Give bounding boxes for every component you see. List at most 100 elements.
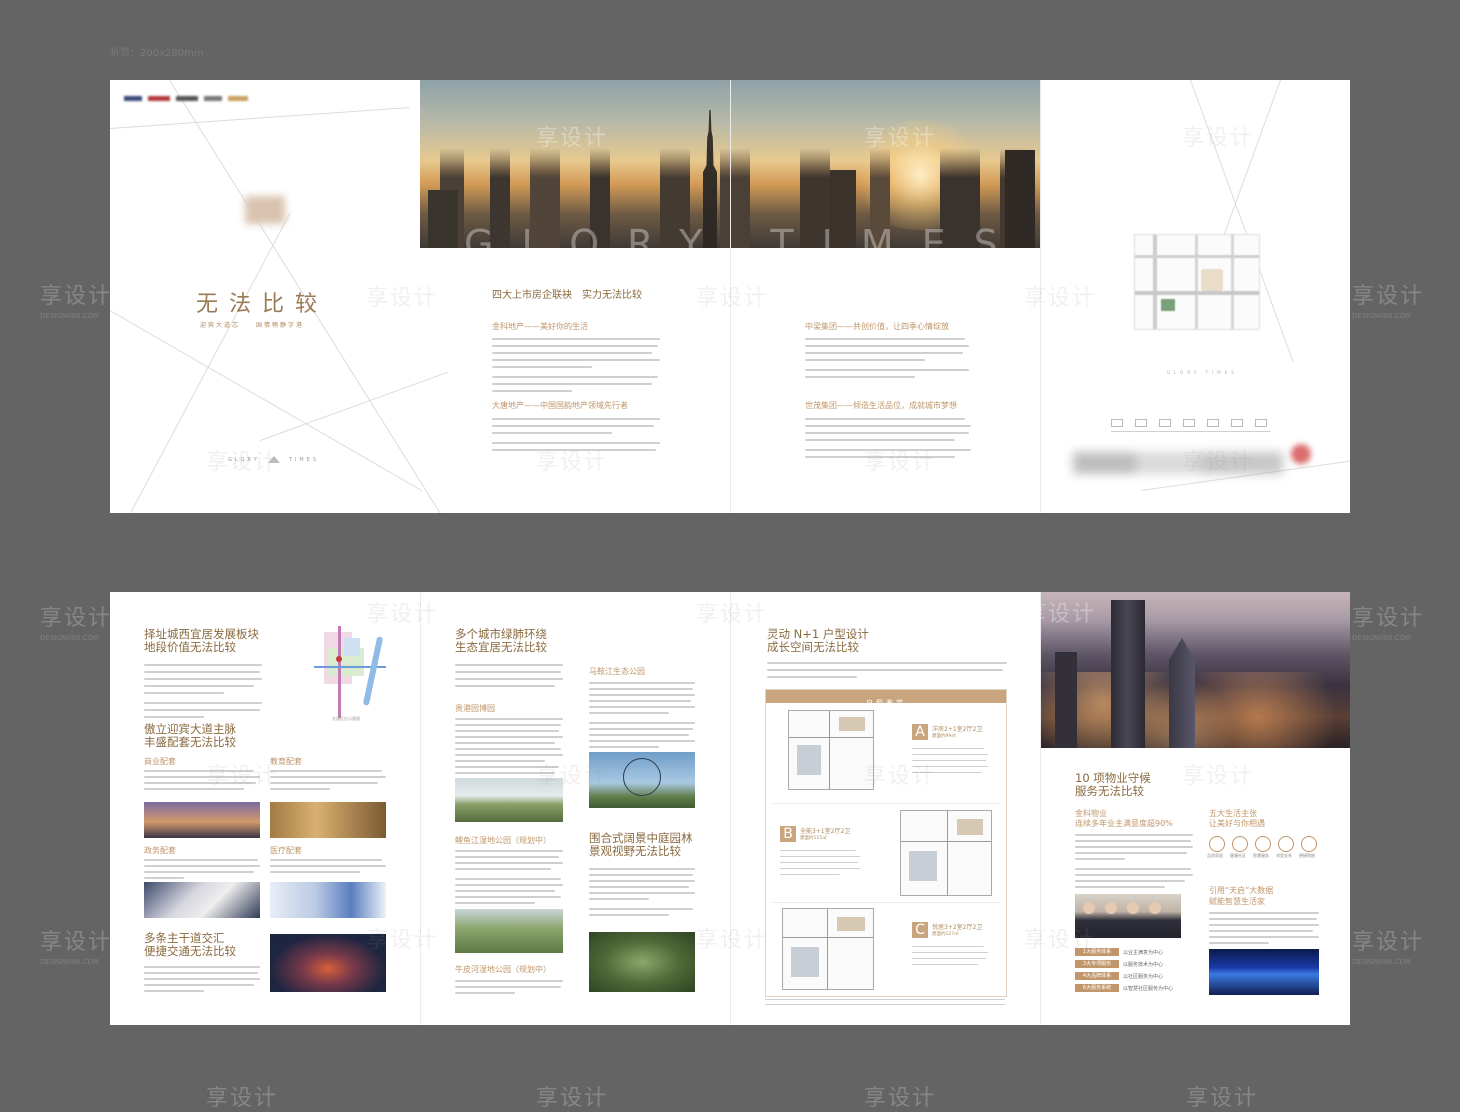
watermark: 享设计: [1182, 126, 1255, 151]
watermark: 享设计: [1024, 286, 1097, 311]
watermark: 享设计: [1182, 764, 1255, 789]
watermark: 享设计: [206, 1086, 279, 1111]
panel-heading: 10 项物业守候 服务无法比较: [1075, 772, 1151, 798]
watermark: 享设计: [1352, 930, 1425, 955]
medical-photo: [270, 882, 386, 918]
watermark: 享设计: [536, 764, 609, 789]
heading-line: 地段价值无法比较: [144, 640, 236, 654]
cover-subline: 迎宾大道芯 国情畅静字港: [200, 322, 305, 329]
park-heading: 鲤鱼江湿地公园（规划中）: [455, 836, 551, 845]
wetland-photo-1: [455, 909, 563, 953]
blurred-logo: [245, 196, 285, 224]
ferris-wheel-icon: [623, 758, 661, 796]
panel-heading: 围合式阔景中庭园林 景观视野无法比较: [589, 832, 693, 858]
floorplan-box: 户型鉴赏 A 洋房2+1室2厅2卫 建面约99㎡ B 全能3+1室2厅2卫 建面…: [765, 689, 1007, 997]
heading-line: 丰盛配套无法比较: [144, 735, 236, 749]
watermark: 享设计: [696, 286, 769, 311]
plan-area-c: 建面约127㎡: [932, 932, 959, 937]
service-pill-text: 以智慧社区服务为中心: [1123, 986, 1174, 992]
panel-heading: 多个城市绿肺环绕 生态宜居无法比较: [455, 628, 547, 654]
watermark: 享设计: [696, 602, 769, 627]
developer-heading: 大唐地产——中国国韵地产领域先行者: [492, 401, 628, 410]
logo-word-right: TIMES: [288, 457, 320, 463]
watermark: 享设计: [696, 928, 769, 953]
lifestyle-icon-label: 品质家居: [1207, 853, 1223, 858]
watermark: 享设计: [206, 764, 279, 789]
watermark: 享设计: [206, 450, 279, 475]
service-pill: 3大专项服务: [1075, 960, 1119, 968]
lifestyle-icon-label: 健康社区: [1230, 853, 1246, 858]
developer-heading: 金科地产——美好你的生活: [492, 322, 588, 331]
heading-line: 服务无法比较: [1075, 784, 1144, 798]
middle-title: 四大上市房企联袂 实力无法比较: [492, 290, 642, 301]
heading-line: 便捷交通无法比较: [144, 944, 236, 958]
developer-heading: 中梁集团——共创价值，让四季心情绽放: [805, 322, 949, 331]
education-photo: [270, 802, 386, 838]
top-sheet: 无 法 比 较 迎宾大道芯 国情畅静字港 GLORY TIMES GLORY T…: [110, 80, 1350, 513]
tower-main: [1111, 600, 1145, 748]
map-caption: 交通区位示意图: [332, 716, 360, 721]
sub-heading: 医疗配套: [270, 846, 302, 855]
park-heading: 贵港园博园: [455, 704, 495, 713]
panel-heading: 灵动 N+1 户型设计 成长空间无法比较: [767, 628, 869, 654]
watermark-sub: DESIGN006.COM: [1352, 958, 1412, 966]
watermark-sub: DESIGN006.COM: [40, 312, 100, 320]
control-center-photo: [1209, 949, 1319, 995]
watermark-sub: DESIGN006.COM: [1352, 634, 1412, 642]
service-pill-text: 以服务技术为中心: [1123, 962, 1164, 968]
band-label: 户型鉴赏: [866, 699, 906, 707]
heading-line: 成长空间无法比较: [767, 640, 859, 654]
sub-heading: 政务配套: [144, 846, 176, 855]
health-icon: [1232, 836, 1248, 852]
lifestyle-icon-label: 便捷购物: [1299, 853, 1315, 858]
watermark: 享设计: [40, 284, 113, 309]
watermark: 享设计: [1024, 928, 1097, 953]
lifestyle-icon-label: 智慧服务: [1253, 853, 1269, 858]
ecology-panel: 多个城市绿肺环绕 生态宜居无法比较 贵港园博园 马鞍江生态公园 鲤鱼江湿地公园（…: [420, 592, 731, 1025]
developer-heading: 世茂集团——倾造生活品位，成就城市梦想: [805, 401, 957, 410]
plan-title-a: 洋房2+1室2厅2卫: [932, 726, 983, 733]
service-pill-text: 以业主满意为中心: [1123, 950, 1164, 956]
big-data-heading-2: 赋能智慧生活家: [1209, 897, 1265, 906]
panel-heading: 傲立迎宾大道主脉 丰盛配套无法比较: [144, 723, 236, 749]
watermark: 享设计: [1352, 284, 1425, 309]
heading-line: 景观视野无法比较: [589, 844, 681, 858]
plan-title-c: 悦居3+2室2厅2卫: [932, 924, 983, 931]
courtyard-garden-photo: [589, 932, 695, 992]
commercial-photo: [144, 802, 260, 838]
watermark: 享设计: [40, 930, 113, 955]
lifestyle-icon-label: 邻里关系: [1276, 853, 1292, 858]
brand-strip: [124, 94, 248, 102]
panel-heading: 多条主干道交汇 便捷交通无法比较: [144, 932, 236, 958]
smart-icon: [1255, 836, 1271, 852]
heading-line: 生态宜居无法比较: [455, 640, 547, 654]
area-map: [314, 626, 386, 718]
watermark-sub: DESIGN006.COM: [1352, 312, 1412, 320]
bottom-sheet: 择址城西宜居发展板块 地段价值无法比较 交通区位示意图 傲立迎宾大道主脉 丰盛配…: [110, 592, 1350, 1025]
watermark: 享设计: [40, 606, 113, 631]
watermark: 享设计: [536, 1086, 609, 1111]
blurred-flower: [1291, 444, 1311, 464]
watermark: 享设计: [1182, 450, 1255, 475]
tower-secondary: [1169, 638, 1195, 748]
location-map: [1134, 234, 1260, 330]
floorplan-a: [788, 710, 874, 790]
watermark: 享设计: [864, 126, 937, 151]
floorplan-panel: 灵动 N+1 户型设计 成长空间无法比较 户型鉴赏 A 洋房2+1室2厅2卫 建…: [730, 592, 1041, 1025]
property-sub-2: 连续多年业主满意度超90%: [1075, 819, 1173, 828]
plan-letter-c: C: [912, 922, 928, 938]
watermark: 享设计: [536, 450, 609, 475]
service-pill-text: 以社区服务为中心: [1123, 974, 1164, 980]
watermark: 享设计: [536, 126, 609, 151]
big-data-heading-1: 引用“天启”大数据: [1209, 886, 1274, 895]
service-pill: 6大服务系统: [1075, 984, 1119, 992]
watermark: 享设计: [366, 928, 439, 953]
cover-headline: 无 法 比 较: [196, 292, 319, 317]
plan-letter-b: B: [780, 826, 796, 842]
floorplan-b: [900, 810, 992, 896]
home-icon: [1209, 836, 1225, 852]
property-service-panel: 10 项物业守候 服务无法比较 金科物业 连续多年业主满意度超90% 1大服务体…: [1040, 592, 1350, 1025]
shopping-icon: [1301, 836, 1317, 852]
location-panel: 择址城西宜居发展板块 地段价值无法比较 交通区位示意图 傲立迎宾大道主脉 丰盛配…: [110, 592, 420, 1025]
watermark: 享设计: [366, 602, 439, 627]
